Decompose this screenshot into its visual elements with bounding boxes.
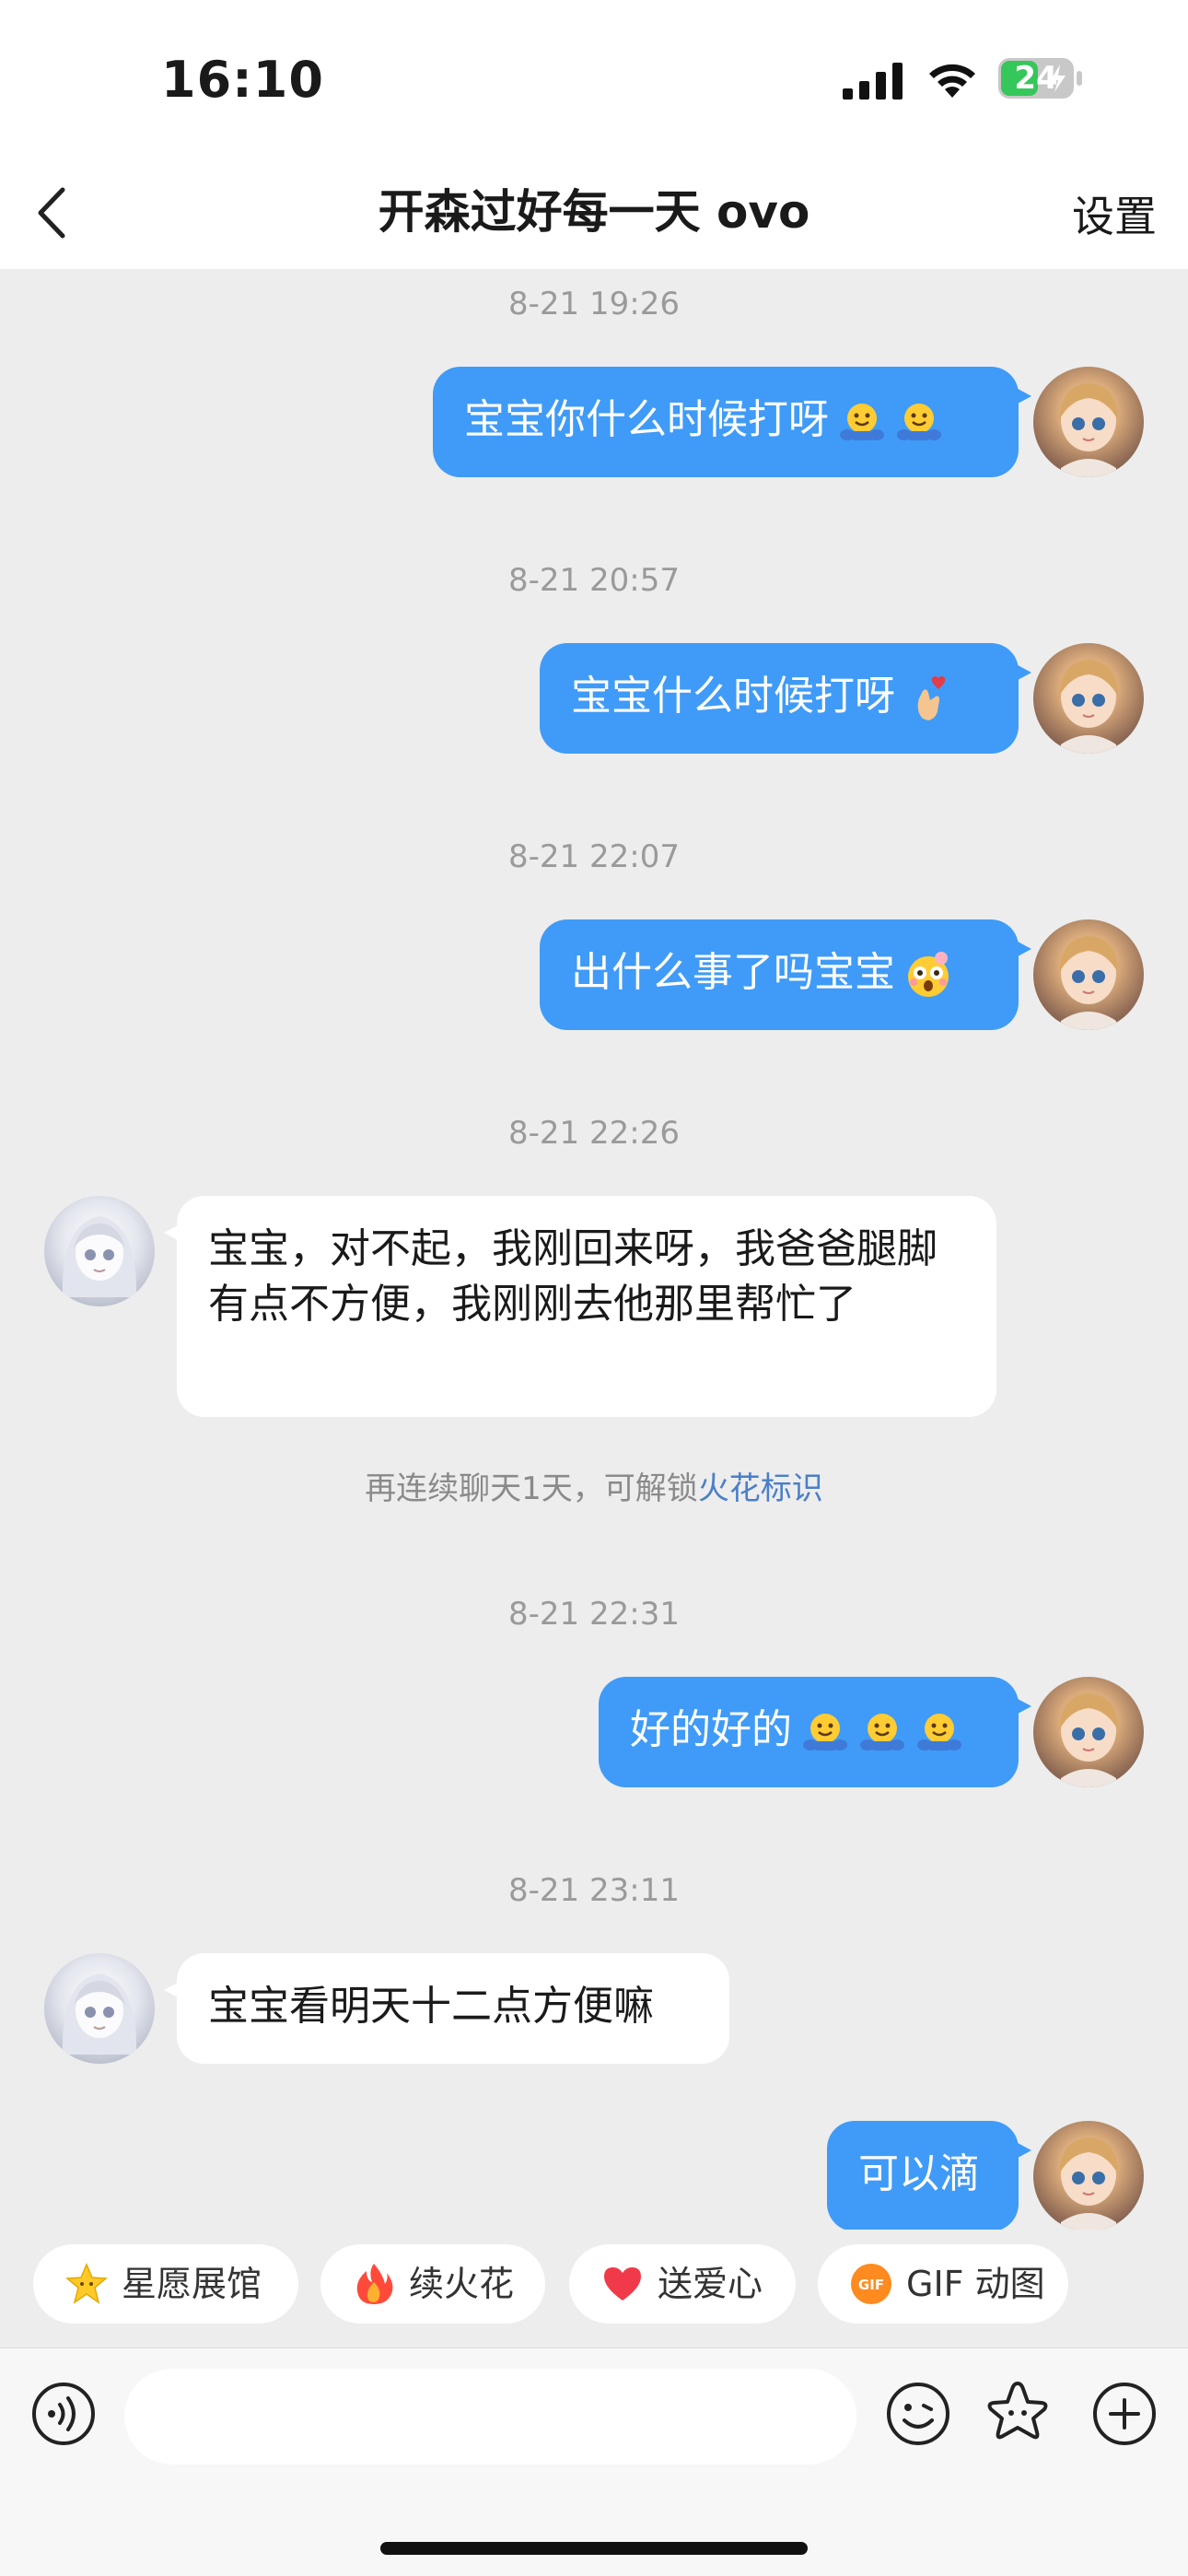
my-avatar[interactable] [1033, 2121, 1144, 2230]
message-input[interactable] [124, 2369, 856, 2465]
chip-gif[interactable]: GIF GIF 动图 [818, 2244, 1068, 2324]
wifi-icon [929, 64, 975, 98]
hug-emoji-icon [860, 1714, 904, 1751]
chip-continue-spark[interactable]: 续火花 [320, 2244, 545, 2324]
message-input-bar [0, 2348, 1188, 2576]
chip-label: 续火花 [409, 2264, 515, 2304]
message-text: 宝宝你什么时候打呀 [464, 396, 829, 443]
hug-emoji-icon [917, 1714, 961, 1751]
chip-send-heart[interactable]: 送爱心 [569, 2244, 796, 2324]
message-timestamp: 8-21 19:26 [508, 286, 680, 322]
status-time: 16:10 [161, 51, 324, 109]
quick-action-bar: 星愿展馆 续火花 送爱心 GIF GIF 动图 [0, 2230, 1188, 2348]
outgoing-message-bubble[interactable]: 宝宝什么时候打呀 [540, 643, 1031, 754]
spark-badge-link[interactable]: 火花标识 [698, 1470, 823, 1507]
outgoing-message-bubble[interactable]: 可以滴 [827, 2121, 1031, 2230]
outgoing-message-bubble[interactable]: 出什么事了吗宝宝 [540, 919, 1031, 1030]
voice-input-icon[interactable] [31, 2382, 96, 2446]
back-arrow-icon[interactable] [28, 181, 74, 245]
hug-emoji-icon [897, 404, 941, 440]
streak-notice: 再连续聊天1天，可解锁火花标识 [0, 1463, 1188, 1508]
message-timestamp: 8-21 22:31 [508, 1596, 680, 1633]
hug-emoji-icon [840, 404, 884, 440]
message-text: 宝宝看明天十二点方便嘛 [208, 1983, 654, 2030]
chat-title: 开森过好每一天 ovo [378, 185, 810, 239]
my-avatar[interactable] [1033, 1677, 1144, 1787]
chip-label: 星愿展馆 [122, 2264, 262, 2304]
star-icon [65, 2263, 108, 2304]
incoming-message-bubble[interactable]: 宝宝看明天十二点方便嘛 [164, 1953, 729, 2064]
message-text: 宝宝什么时候打呀 [571, 673, 895, 720]
chip-label: 送爱心 [658, 2264, 763, 2304]
battery-level: 24 [1014, 60, 1058, 97]
message-timestamp: 8-21 20:57 [508, 562, 680, 599]
more-options-plus-icon[interactable] [1092, 2382, 1157, 2446]
message-text: 好的好的 [630, 1706, 792, 1753]
message-timestamp: 8-21 22:07 [508, 838, 680, 875]
hug-emoji-icon [803, 1714, 847, 1751]
contact-avatar[interactable] [44, 1953, 155, 2064]
chip-label: GIF 动图 [906, 2264, 1045, 2304]
incoming-message-bubble[interactable]: 宝宝，对不起，我刚回来呀，我爸爸腿脚有点不方便，我刚刚去他那里帮忙了 [164, 1196, 996, 1417]
emoji-picker-icon[interactable] [886, 2382, 950, 2446]
outgoing-message-bubble[interactable]: 宝宝你什么时候打呀 [433, 367, 1031, 477]
my-avatar[interactable] [1033, 643, 1144, 754]
my-avatar[interactable] [1033, 919, 1144, 1030]
chip-wish-gallery[interactable]: 星愿展馆 [33, 2244, 298, 2324]
flushed-face-emoji-icon [908, 952, 949, 997]
flame-icon [356, 2264, 393, 2304]
streak-notice-text: 再连续聊天1天，可解锁 [365, 1470, 698, 1507]
heart-icon [604, 2267, 641, 2301]
contact-avatar[interactable] [44, 1196, 155, 1306]
settings-button[interactable]: 设置 [1072, 184, 1157, 249]
message-text: 宝宝，对不起，我刚回来呀，我爸爸腿脚有点不方便，我刚刚去他那里帮忙了 [208, 1225, 938, 1328]
my-avatar[interactable] [1033, 367, 1144, 477]
status-bar: 16:10 24 [0, 0, 1188, 157]
message-text: 可以滴 [858, 2150, 980, 2197]
chat-message-list[interactable]: 8-21 19:26 宝宝你什么时候打呀 8-21 20:57 宝宝什么时候打呀… [0, 269, 1188, 2230]
chat-header: 开森过好每一天 ovo 设置 [0, 157, 1188, 269]
message-text: 出什么事了吗宝宝 [571, 949, 895, 996]
message-timestamp: 8-21 22:26 [508, 1115, 680, 1152]
svg-text:GIF: GIF [858, 2277, 884, 2293]
gif-icon: GIF [851, 2264, 891, 2304]
cellular-signal-icon [843, 63, 903, 100]
outgoing-message-bubble[interactable]: 好的好的 [599, 1677, 1031, 1787]
message-timestamp: 8-21 23:11 [508, 1872, 680, 1909]
star-sticker-icon[interactable] [984, 2380, 1052, 2448]
home-indicator [380, 2542, 808, 2555]
finger-heart-emoji-icon [917, 676, 946, 720]
